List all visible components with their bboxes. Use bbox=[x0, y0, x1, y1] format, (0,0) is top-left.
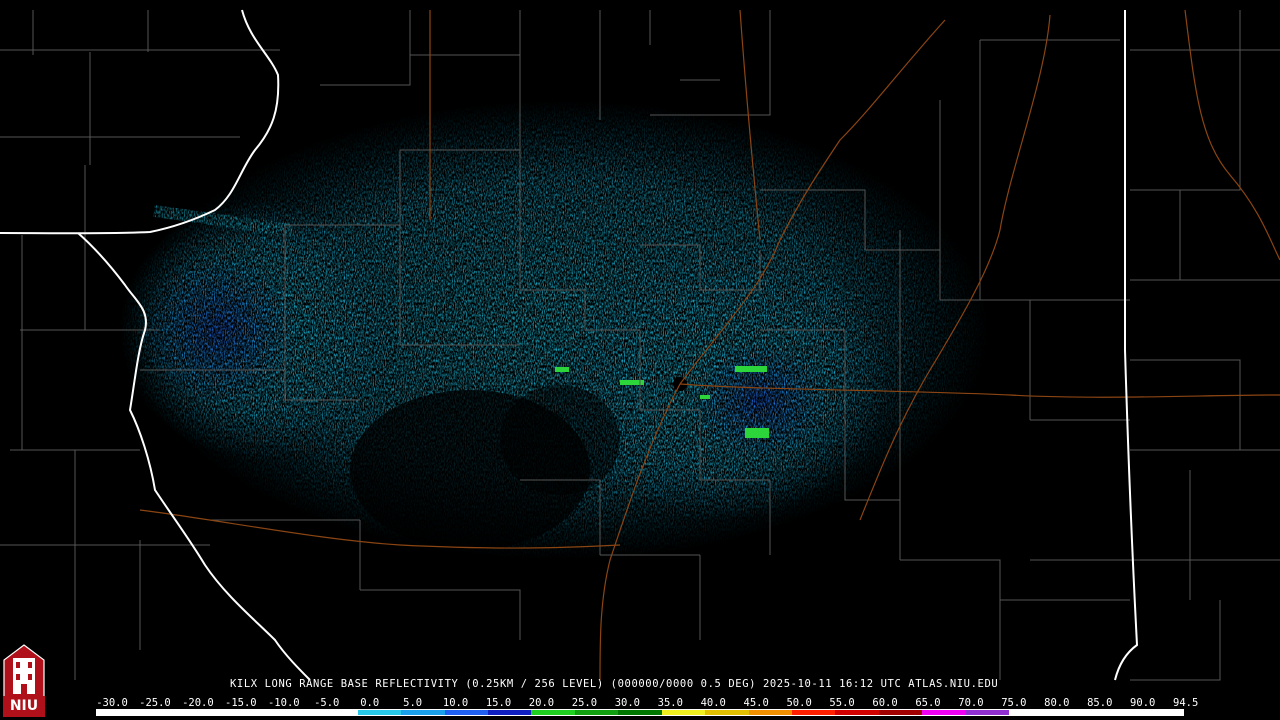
scale-label: -15.0 bbox=[225, 697, 257, 709]
colorbar-segment bbox=[183, 710, 228, 715]
scale-label: 65.0 bbox=[915, 697, 941, 709]
colorbar-segment bbox=[227, 710, 271, 715]
colorbar-segment bbox=[878, 710, 923, 715]
scale-label: 80.0 bbox=[1044, 697, 1070, 709]
colorbar-segment bbox=[357, 710, 402, 715]
colorbar-segment bbox=[748, 710, 792, 715]
scale-label: -30.0 bbox=[96, 697, 128, 709]
scale-label: 70.0 bbox=[958, 697, 984, 709]
scale-label: 94.5 bbox=[1172, 697, 1199, 709]
colorbar-segment bbox=[444, 710, 488, 715]
scale-label: -10.0 bbox=[267, 697, 300, 709]
scale-label: 25.0 bbox=[571, 697, 598, 709]
niu-logo-text: NIU bbox=[9, 698, 39, 714]
colorbar-segment bbox=[140, 710, 184, 715]
colorbar-segment bbox=[792, 710, 836, 715]
colorbar-segment bbox=[835, 710, 879, 715]
colorbar-segment bbox=[270, 710, 315, 715]
colorbar-segment bbox=[922, 710, 966, 715]
colorbar-segment bbox=[97, 710, 141, 715]
scale-label: 35.0 bbox=[657, 697, 683, 709]
colorbar-segment bbox=[618, 710, 662, 715]
radar-map bbox=[0, 9, 1280, 717]
scale-label: 5.0 bbox=[403, 697, 423, 709]
product-caption: KILX LONG RANGE BASE REFLECTIVITY (0.25K… bbox=[230, 678, 999, 690]
colorbar-segment bbox=[965, 710, 1010, 715]
scale-label: 15.0 bbox=[485, 697, 512, 709]
colorbar-segment bbox=[487, 710, 532, 715]
scale-label: 20.0 bbox=[528, 697, 555, 709]
colorbar-segment bbox=[401, 710, 445, 715]
scale-label: 55.0 bbox=[829, 697, 855, 709]
scale-label: -20.0 bbox=[182, 697, 214, 709]
colorbar-segment bbox=[1096, 710, 1140, 715]
colorbar-segment bbox=[661, 710, 706, 715]
colorbar-segment bbox=[574, 710, 619, 715]
scale-label: 10.0 bbox=[442, 697, 469, 709]
scale-label: 45.0 bbox=[743, 697, 769, 709]
colorbar-segment bbox=[1009, 710, 1053, 715]
scale-label: 0.0 bbox=[360, 697, 380, 709]
scale-label: -5.0 bbox=[314, 697, 340, 709]
colorbar-segment bbox=[1139, 710, 1183, 715]
colorbar-segment bbox=[1052, 710, 1097, 715]
scale-label: 75.0 bbox=[1001, 697, 1027, 709]
scale-label: 90.0 bbox=[1130, 697, 1156, 709]
colorbar-segment bbox=[531, 710, 575, 715]
scale-label: 60.0 bbox=[872, 697, 898, 709]
scale-label: 30.0 bbox=[614, 697, 640, 709]
colorbar-segment bbox=[705, 710, 749, 715]
colorbar-segment bbox=[314, 710, 358, 715]
reflectivity-colorbar bbox=[96, 709, 1184, 716]
scale-label: 50.0 bbox=[786, 697, 812, 709]
scale-label: -25.0 bbox=[139, 697, 171, 709]
scale-label: 85.0 bbox=[1087, 697, 1113, 709]
color-scale-labels: -30.0 -25.0 -20.0 -15.0 -10.0 -5.0 0.0 5.0 10.0 1… bbox=[94, 697, 1198, 709]
scale-label: 40.0 bbox=[700, 697, 726, 709]
